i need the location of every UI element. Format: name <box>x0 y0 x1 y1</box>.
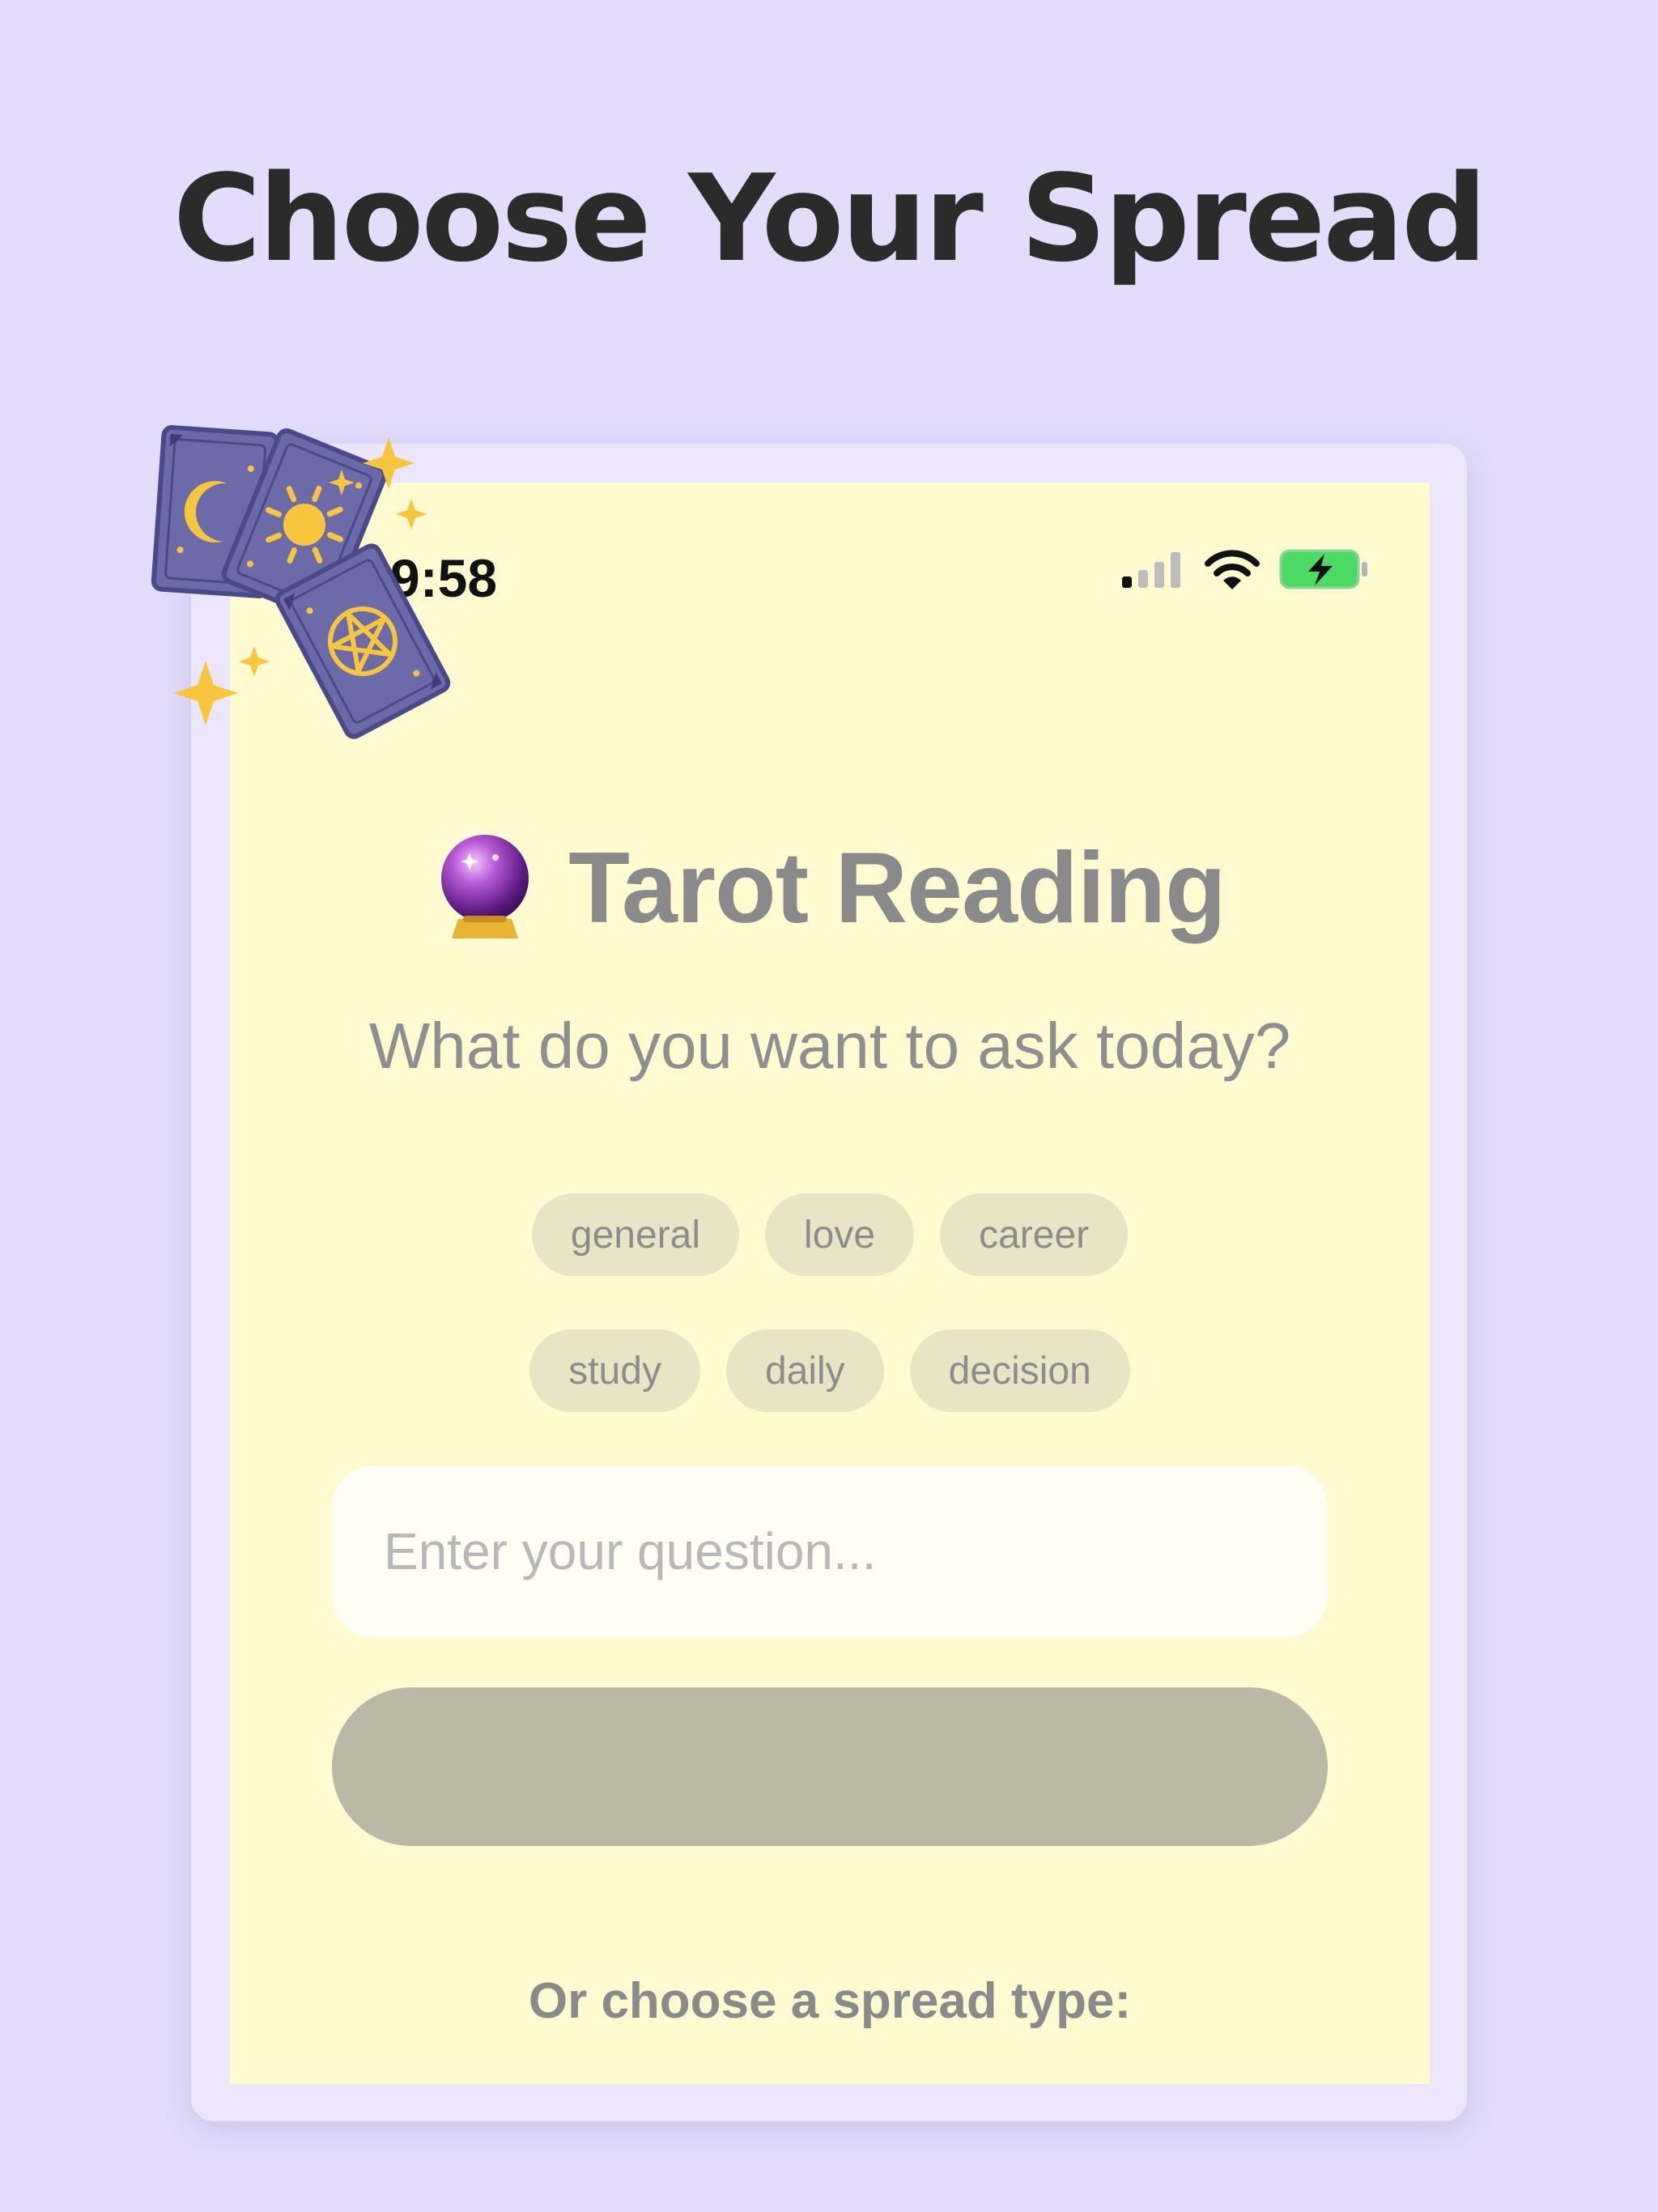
topic-chip-study[interactable]: study <box>529 1329 700 1412</box>
sparkle-icon <box>239 646 270 677</box>
question-input[interactable] <box>332 1465 1328 1637</box>
topic-chip-general[interactable]: general <box>531 1193 739 1276</box>
sparkle-icon <box>173 661 238 725</box>
app-title-row: Tarot Reading <box>230 831 1430 946</box>
spread-type-prompt: Or choose a spread type: <box>528 1973 1132 2029</box>
app-title: Tarot Reading <box>568 832 1226 944</box>
topic-chip-love[interactable]: love <box>765 1193 915 1276</box>
topic-chips-row-1: general love career <box>230 1193 1430 1276</box>
topic-chips-row-2: study daily decision <box>230 1329 1430 1412</box>
cellular-signal-icon <box>1122 552 1180 588</box>
topic-chip-decision[interactable]: decision <box>909 1329 1130 1412</box>
wifi-icon <box>1205 550 1260 589</box>
submit-question-button[interactable] <box>332 1687 1328 1846</box>
status-icons <box>1120 547 1370 591</box>
sparkle-icon <box>396 499 427 530</box>
topic-chip-career[interactable]: career <box>940 1193 1129 1276</box>
battery-charging-icon <box>1279 549 1367 589</box>
crystal-ball-icon <box>441 835 529 938</box>
topic-chip-daily[interactable]: daily <box>725 1329 884 1412</box>
tarot-cards-decoration <box>151 425 451 739</box>
app-subtitle: What do you want to ask today? <box>368 1010 1291 1082</box>
headline: Choose Your Spread <box>172 149 1487 288</box>
